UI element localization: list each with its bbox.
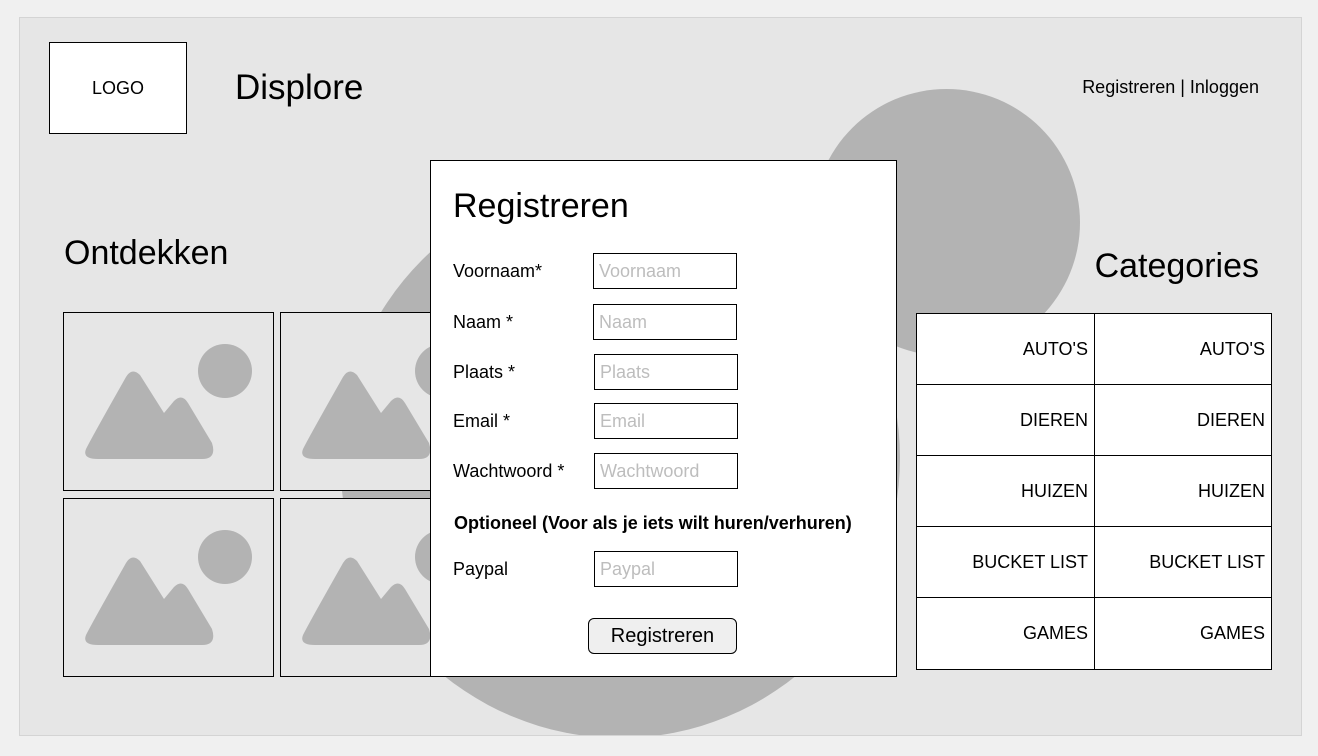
naam-input[interactable] bbox=[593, 304, 737, 340]
logo-text: LOGO bbox=[91, 77, 144, 98]
register-modal-title: Registreren bbox=[453, 187, 629, 225]
paypal-input[interactable] bbox=[594, 551, 738, 587]
naam-label: Naam * bbox=[453, 312, 514, 332]
optional-heading: Optioneel (Voor als je iets wilt huren/v… bbox=[454, 513, 852, 533]
category-cell-huizen[interactable]: HUIZEN bbox=[917, 456, 1095, 527]
plaats-input[interactable] bbox=[594, 354, 738, 390]
email-row: Email * bbox=[453, 403, 883, 439]
plaats-label: Plaats * bbox=[453, 362, 516, 382]
email-input[interactable] bbox=[594, 403, 738, 439]
site-title: Displore bbox=[235, 68, 364, 107]
logo[interactable]: LOGO bbox=[49, 42, 187, 134]
discover-image-1[interactable] bbox=[63, 312, 274, 491]
voornaam-row: Voornaam* bbox=[453, 253, 883, 289]
wachtwoord-input[interactable] bbox=[594, 453, 738, 489]
discover-heading: Ontdekken bbox=[64, 234, 229, 272]
wachtwoord-row: Wachtwoord * bbox=[453, 453, 883, 489]
voornaam-input[interactable] bbox=[593, 253, 737, 289]
plaats-row: Plaats * bbox=[453, 354, 883, 390]
category-cell-bucket-list[interactable]: BUCKET LIST bbox=[917, 527, 1095, 598]
category-cell-games[interactable]: GAMES bbox=[1095, 598, 1271, 669]
category-cell-bucket-list[interactable]: BUCKET LIST bbox=[1095, 527, 1271, 598]
category-cell-autos[interactable]: AUTO'S bbox=[1095, 314, 1271, 385]
wireframe-canvas: LOGO Displore Registreren | Inloggen Ont… bbox=[19, 17, 1302, 736]
category-cell-huizen[interactable]: HUIZEN bbox=[1095, 456, 1271, 527]
categories-heading: Categories bbox=[1094, 247, 1259, 285]
category-cell-autos[interactable]: AUTO'S bbox=[917, 314, 1095, 385]
paypal-label: Paypal bbox=[453, 559, 509, 579]
categories-grid: AUTO'S AUTO'S DIEREN DIEREN HUIZEN HUIZE… bbox=[916, 313, 1272, 670]
image-placeholder-icon bbox=[85, 344, 252, 459]
wachtwoord-label: Wachtwoord * bbox=[453, 461, 565, 481]
auth-links: Registreren | Inloggen bbox=[1082, 77, 1259, 98]
login-link[interactable]: Inloggen bbox=[1190, 77, 1259, 97]
register-modal: Registreren Voornaam* Naam * Plaats * Em… bbox=[430, 160, 897, 677]
category-cell-dieren[interactable]: DIEREN bbox=[1095, 385, 1271, 456]
register-link[interactable]: Registreren bbox=[1082, 77, 1175, 97]
auth-separator: | bbox=[1175, 77, 1190, 97]
naam-row: Naam * bbox=[453, 304, 883, 340]
paypal-row: Paypal bbox=[453, 551, 883, 587]
discover-image-3[interactable] bbox=[63, 498, 274, 677]
category-cell-dieren[interactable]: DIEREN bbox=[917, 385, 1095, 456]
voornaam-label: Voornaam* bbox=[453, 261, 543, 281]
register-submit-button[interactable]: Registreren bbox=[588, 618, 737, 654]
category-cell-games[interactable]: GAMES bbox=[917, 598, 1095, 669]
image-placeholder-icon bbox=[85, 530, 252, 645]
email-label: Email * bbox=[453, 411, 511, 431]
